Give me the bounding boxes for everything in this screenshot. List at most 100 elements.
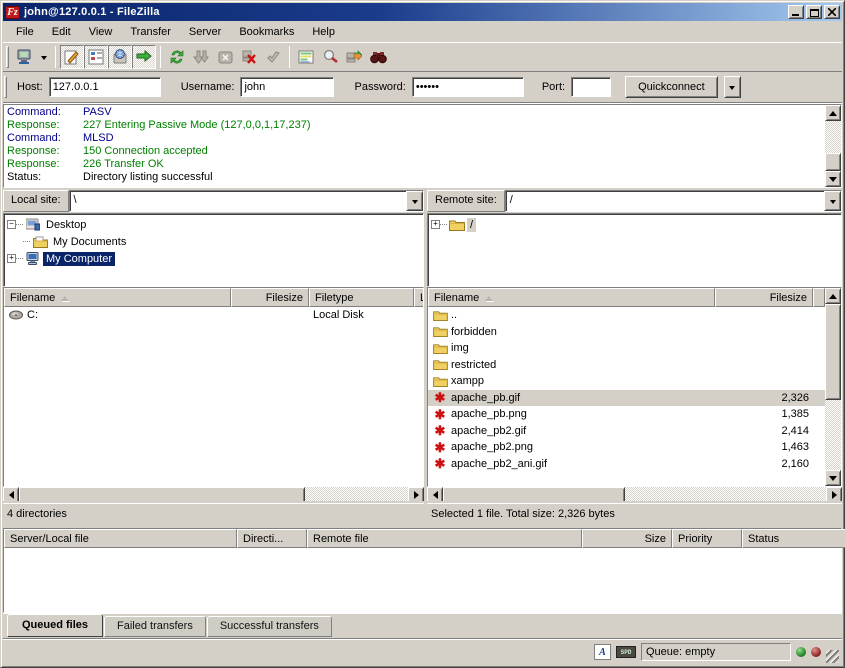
process-queue-button[interactable] <box>189 45 213 69</box>
message-log-lines: Command:PASV Response:227 Entering Passi… <box>4 105 825 187</box>
scroll-thumb[interactable] <box>825 153 841 171</box>
title-bar[interactable]: Fz john@127.0.0.1 - FileZilla <box>3 3 842 21</box>
column-remote-file[interactable]: Remote file <box>307 529 582 548</box>
username-input[interactable] <box>240 77 334 97</box>
scroll-thumb[interactable] <box>825 304 841 400</box>
close-button[interactable] <box>824 5 840 19</box>
collapse-icon[interactable]: − <box>7 220 16 229</box>
column-filetype[interactable]: Filetype <box>309 288 414 307</box>
scroll-left-icon[interactable] <box>427 487 443 503</box>
filter-button[interactable] <box>366 45 390 69</box>
menu-view[interactable]: View <box>80 23 122 41</box>
image-file-icon: ✱ <box>432 441 448 454</box>
scroll-left-icon[interactable] <box>3 487 19 503</box>
refresh-button[interactable] <box>165 45 189 69</box>
tree-item-desktop[interactable]: − Desktop <box>7 216 423 233</box>
quickconnect-button[interactable]: Quickconnect <box>625 76 718 98</box>
tab-successful-transfers[interactable]: Successful transfers <box>207 616 332 637</box>
remote-file-row[interactable]: .. <box>428 307 825 324</box>
remote-file-row[interactable]: ✱apache_pb.png1,385 <box>428 406 825 423</box>
menu-help[interactable]: Help <box>303 23 344 41</box>
tree-item-my-documents[interactable]: My Documents <box>7 233 423 250</box>
maximize-button[interactable] <box>806 5 822 19</box>
remote-file-row[interactable]: ✱apache_pb2.png1,463 <box>428 439 825 456</box>
remote-file-row[interactable]: forbidden <box>428 324 825 341</box>
chevron-down-icon <box>830 200 836 207</box>
remote-file-row[interactable]: img <box>428 340 825 357</box>
scroll-up-icon[interactable] <box>825 288 841 304</box>
remote-site-dropdown[interactable] <box>824 191 841 211</box>
tree-item-my-computer[interactable]: + My Computer <box>7 250 423 267</box>
tab-failed-transfers[interactable]: Failed transfers <box>104 616 206 637</box>
menu-edit[interactable]: Edit <box>43 23 80 41</box>
folder-icon <box>432 310 448 321</box>
disconnect-button[interactable] <box>237 45 261 69</box>
quickconnect-dropdown[interactable] <box>724 76 741 98</box>
column-priority[interactable]: Priority <box>672 529 742 548</box>
remote-file-row[interactable]: ✱apache_pb2_ani.gif2,160 <box>428 456 825 473</box>
column-filename[interactable]: Filename <box>4 288 231 307</box>
menu-file[interactable]: File <box>7 23 43 41</box>
directory-comparison-button[interactable] <box>294 45 318 69</box>
log-scrollbar[interactable] <box>825 105 841 187</box>
column-server-local-file[interactable]: Server/Local file <box>4 529 237 548</box>
menu-server[interactable]: Server <box>180 23 230 41</box>
scroll-right-icon[interactable] <box>408 487 424 503</box>
cancel-operation-button[interactable] <box>213 45 237 69</box>
password-input[interactable] <box>412 77 524 97</box>
remote-site-row: Remote site: / <box>427 190 842 212</box>
toggle-message-log-button[interactable] <box>60 45 84 69</box>
column-last-modified[interactable]: L <box>414 288 424 307</box>
quickbar-grip[interactable] <box>4 76 7 98</box>
remote-file-row-selected[interactable]: ✱apache_pb.gif2,326 <box>428 390 825 407</box>
activity-led-red-icon <box>811 647 821 657</box>
transfer-type-icon[interactable]: A <box>594 644 611 660</box>
toolbar-grip[interactable] <box>6 46 9 68</box>
column-status[interactable]: Status <box>742 529 845 548</box>
toggle-remote-tree-button[interactable] <box>108 45 132 69</box>
local-file-row[interactable]: C: Local Disk <box>4 307 423 324</box>
site-manager-dropdown[interactable] <box>37 45 51 69</box>
local-site-combo[interactable]: \ <box>69 190 424 212</box>
remote-file-row[interactable]: xampp <box>428 373 825 390</box>
queue-body[interactable] <box>4 548 841 612</box>
column-size[interactable]: Size <box>582 529 672 548</box>
scroll-thumb[interactable] <box>443 487 625 503</box>
local-h-scrollbar[interactable] <box>3 487 424 503</box>
menu-bookmarks[interactable]: Bookmarks <box>230 23 303 41</box>
expand-icon[interactable]: + <box>7 254 16 263</box>
remote-list-header: Filename Filesize <box>428 288 825 307</box>
port-input[interactable] <box>571 77 611 97</box>
remote-file-row[interactable]: ✱apache_pb2.gif2,414 <box>428 423 825 440</box>
reconnect-button[interactable] <box>261 45 285 69</box>
column-filename[interactable]: Filename <box>428 288 715 307</box>
column-direction[interactable]: Directi... <box>237 529 307 548</box>
column-filesize[interactable]: Filesize <box>715 288 813 307</box>
toggle-local-tree-button[interactable] <box>84 45 108 69</box>
tab-queued-files[interactable]: Queued files <box>7 614 103 637</box>
scroll-down-icon[interactable] <box>825 470 841 486</box>
local-site-dropdown[interactable] <box>406 191 423 211</box>
scroll-right-icon[interactable] <box>826 487 842 503</box>
remote-site-combo[interactable]: / <box>505 190 842 212</box>
remote-file-row[interactable]: restricted <box>428 357 825 374</box>
scroll-thumb[interactable] <box>19 487 305 503</box>
scroll-up-icon[interactable] <box>825 105 841 121</box>
site-manager-button[interactable] <box>13 45 37 69</box>
synchronized-browsing-button[interactable] <box>342 45 366 69</box>
column-filesize[interactable]: Filesize <box>231 288 309 307</box>
menu-transfer[interactable]: Transfer <box>121 23 180 41</box>
find-files-button[interactable] <box>318 45 342 69</box>
remote-v-scrollbar[interactable] <box>825 288 841 486</box>
minimize-button[interactable] <box>788 5 804 19</box>
remote-h-scrollbar[interactable] <box>427 487 842 503</box>
expand-icon[interactable]: + <box>431 220 440 229</box>
speed-limits-icon[interactable]: SPD <box>616 646 636 658</box>
log-line: Status:Directory listing successful <box>7 171 824 184</box>
scroll-down-icon[interactable] <box>825 171 841 187</box>
folder-icon <box>432 326 448 337</box>
resize-grip[interactable] <box>826 650 839 663</box>
tree-item-root[interactable]: + / <box>431 216 841 233</box>
host-input[interactable] <box>49 77 161 97</box>
toggle-transfer-queue-button[interactable] <box>132 45 156 69</box>
